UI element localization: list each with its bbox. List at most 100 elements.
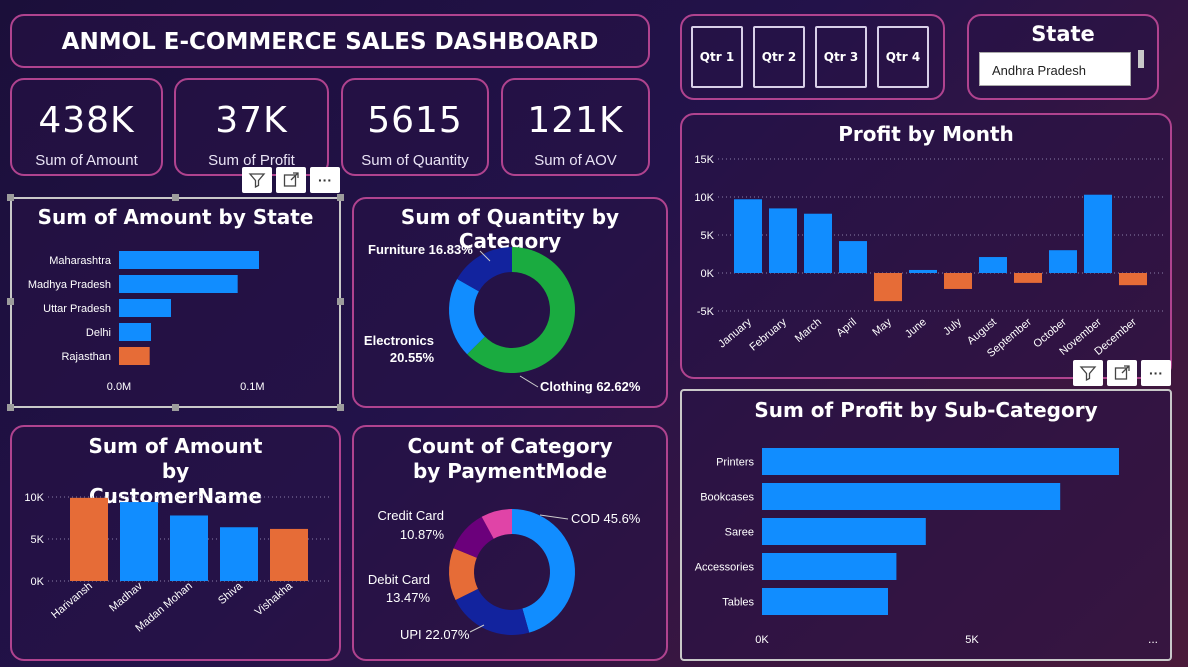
amount-by-state-chart: Maharashtra Madhya Pradesh Uttar Pradesh De… (28, 251, 265, 393)
more-options-icon[interactable]: ··· (1141, 360, 1171, 386)
bar (769, 208, 797, 273)
leader-line (469, 624, 485, 633)
profit-by-month-card[interactable]: Profit by Month 15K 10K 5K 0K -5K January Febr… (680, 113, 1172, 379)
resize-handle[interactable] (337, 298, 344, 305)
y-tick-label: 5K (31, 534, 45, 546)
bar (119, 347, 150, 365)
slice-label: 13.47% (386, 590, 431, 605)
category-label: Bookcases (700, 492, 754, 504)
resize-handle[interactable] (7, 404, 14, 411)
x-tick-label: 0.0M (107, 381, 131, 393)
bar (1084, 194, 1112, 273)
focus-mode-icon[interactable] (276, 167, 306, 193)
quantity-by-category-card[interactable]: Sum of Quantity by Category Clothing 62.… (352, 197, 668, 408)
resize-handle[interactable] (7, 194, 14, 201)
slice-label: COD 45.6% (571, 511, 641, 526)
bar (1119, 273, 1147, 286)
quarter-slicer: Qtr 1 Qtr 2 Qtr 3 Qtr 4 (680, 14, 945, 100)
slice-label: Credit Card (378, 508, 444, 523)
bar (762, 553, 897, 580)
resize-handle[interactable] (172, 404, 179, 411)
category-label: Maharashtra (49, 255, 112, 267)
y-tick-label: 15K (694, 154, 714, 166)
x-tick-label: Vishakha (253, 580, 296, 619)
y-tick-label: 5K (701, 230, 715, 242)
slice-label: Debit Card (368, 572, 430, 587)
bar (119, 299, 171, 317)
focus-mode-icon[interactable] (1107, 360, 1137, 386)
amount-by-customer-chart: 10K5K0K Harivansh MadhavMadan Mohan Shiva Vi… (24, 492, 330, 635)
kpi-label: Sum of Amount (35, 152, 138, 169)
kpi-card-profit: 37K Sum of Profit (174, 78, 329, 176)
x-tick-label: 0K (755, 634, 769, 646)
y-tick-label: 0K (31, 576, 45, 588)
kpi-card-quantity: 5615 Sum of Quantity (341, 78, 489, 176)
bar (944, 273, 972, 289)
amount-by-state-card[interactable]: Sum of Amount by State Maharashtra Madhya… (10, 197, 341, 408)
x-tick-label: Harivansh (49, 580, 95, 621)
header-card: ANMOL E-COMMERCE SALES DASHBOARD (10, 14, 650, 68)
bar (120, 502, 158, 581)
bar (762, 588, 888, 615)
category-label: Printers (716, 457, 754, 469)
bar (119, 323, 151, 341)
kpi-label: Sum of Quantity (361, 152, 469, 169)
kpi-value: 37K (215, 100, 288, 141)
bar (1049, 250, 1077, 273)
bar (1014, 273, 1042, 283)
category-label: Delhi (86, 327, 111, 339)
bar (874, 273, 902, 302)
resize-handle[interactable] (7, 298, 14, 305)
more-options-icon[interactable]: ··· (310, 167, 340, 193)
x-tick-label: March (793, 316, 824, 345)
quarter-button-2[interactable]: Qtr 2 (753, 26, 805, 88)
x-tick-label: February (747, 316, 789, 354)
filter-icon[interactable] (242, 167, 272, 193)
bar (762, 483, 1061, 510)
resize-handle[interactable] (337, 404, 344, 411)
category-label: Rajasthan (61, 351, 111, 363)
bar (762, 448, 1119, 475)
bar (70, 497, 108, 581)
y-tick-label: 0K (701, 268, 715, 280)
resize-handle[interactable] (337, 194, 344, 201)
filter-icon[interactable] (1073, 360, 1103, 386)
category-by-paymentmode-card[interactable]: Count of Category by PaymentMode COD 45.… (352, 425, 668, 661)
slice-label: Clothing 62.62% (540, 379, 641, 394)
x-tick-label: July (941, 316, 964, 338)
quarter-button-4[interactable]: Qtr 4 (877, 26, 929, 88)
quantity-by-category-chart: Clothing 62.62% Electronics 20.55% Furnitur… (364, 242, 641, 394)
quarter-button-3[interactable]: Qtr 3 (815, 26, 867, 88)
kpi-value: 438K (38, 100, 135, 141)
y-tick-label: 10K (694, 192, 714, 204)
dashboard-title: ANMOL E-COMMERCE SALES DASHBOARD (61, 29, 599, 55)
bar (270, 528, 308, 581)
x-tick-label: May (870, 316, 894, 339)
profit-by-month-chart: 15K10K5K0K-5KJanuaryFebruary March April Ma… (694, 154, 1164, 360)
x-tick-label: 0.1M (240, 381, 264, 393)
y-tick-label: -5K (697, 306, 715, 318)
state-scrollbar[interactable] (1138, 50, 1144, 68)
kpi-value: 5615 (367, 100, 463, 141)
y-tick-label: 10K (24, 492, 44, 504)
slice-label: 20.55% (390, 350, 435, 365)
state-slicer-title: State (1031, 22, 1095, 46)
state-dropdown[interactable]: Andhra Pradesh (979, 52, 1131, 86)
slice-label: UPI 22.07% (400, 627, 470, 642)
x-tick-label: 5K (965, 634, 979, 646)
bar (119, 275, 238, 293)
kpi-card-aov: 121K Sum of AOV (501, 78, 650, 176)
bar (762, 518, 926, 545)
amount-by-customer-card[interactable]: Sum of Amount by CustomerName 10K 5K 0K Har… (10, 425, 341, 661)
slice-label: 10.87% (400, 527, 445, 542)
slice-label: Furniture 16.83% (368, 242, 473, 257)
profit-by-subcategory-card[interactable]: Sum of Profit by Sub-Category Printers Bo… (680, 389, 1172, 661)
kpi-value: 121K (527, 100, 624, 141)
category-label: Uttar Pradesh (43, 303, 111, 315)
bar (909, 269, 937, 273)
resize-handle[interactable] (172, 194, 179, 201)
category-label: Saree (725, 527, 754, 539)
bar (804, 213, 832, 273)
overflow-ellipsis: ... (1148, 632, 1158, 646)
quarter-button-1[interactable]: Qtr 1 (691, 26, 743, 88)
